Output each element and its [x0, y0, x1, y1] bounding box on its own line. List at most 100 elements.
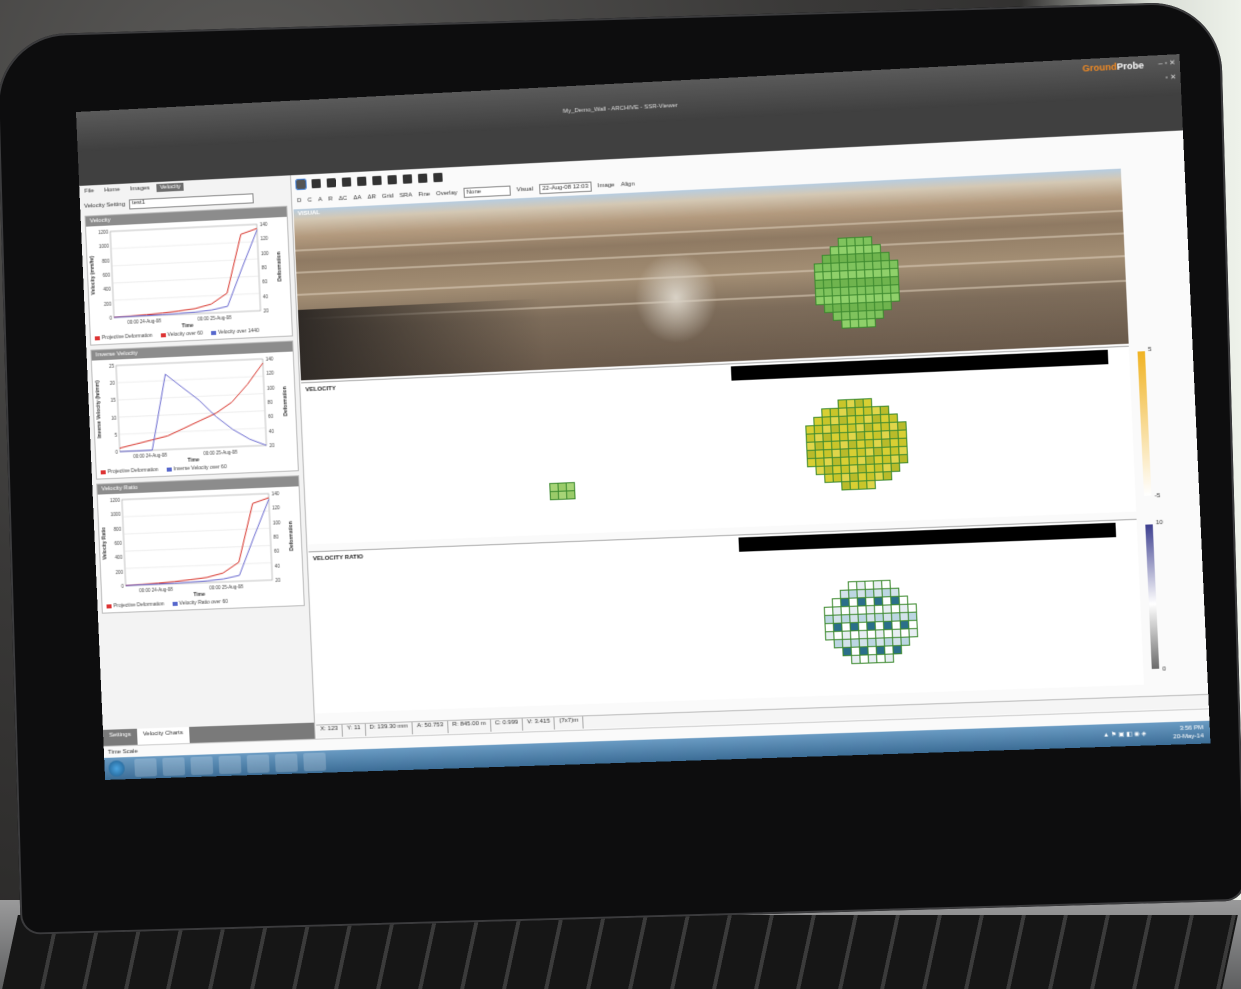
radar-cell — [877, 647, 885, 654]
btn-c[interactable]: C — [308, 197, 313, 203]
btn-r[interactable]: R — [328, 196, 333, 202]
radar-cell — [831, 425, 839, 432]
radar-cell — [826, 321, 834, 328]
y-tick-label: 600 — [103, 273, 111, 278]
pen-icon[interactable] — [357, 176, 367, 186]
zoom-icon[interactable] — [311, 178, 320, 188]
radar-cell — [867, 614, 875, 621]
overlay-select[interactable]: None — [463, 186, 510, 198]
radar-cell — [839, 255, 847, 262]
radar-cell — [881, 423, 889, 430]
table-icon[interactable] — [403, 174, 413, 184]
menu-home[interactable]: Home — [101, 186, 123, 195]
excel-icon[interactable] — [275, 753, 298, 772]
velocity-cell-cluster[interactable] — [805, 398, 908, 491]
export-icon[interactable] — [387, 175, 397, 185]
explorer-icon[interactable] — [162, 757, 185, 776]
select-icon[interactable] — [296, 179, 305, 189]
radar-cell — [894, 654, 902, 661]
btn-da[interactable]: ΔA — [353, 195, 361, 201]
radar-cell — [857, 270, 865, 277]
outlook-icon[interactable] — [190, 756, 213, 775]
radar-cell — [893, 630, 901, 637]
y2-tick-label: 100 — [261, 251, 269, 256]
radar-cell — [874, 270, 882, 277]
radar-cell — [850, 312, 858, 319]
radar-cell — [881, 261, 889, 269]
radar-cell — [874, 581, 882, 588]
radar-cell — [889, 414, 897, 421]
group-icon[interactable] — [418, 173, 428, 183]
radar-cell — [874, 589, 882, 596]
radar-cell — [892, 302, 900, 309]
radar-cell — [807, 443, 815, 450]
radar-cell — [848, 271, 856, 278]
radar-cell — [910, 637, 918, 644]
radar-cell — [816, 289, 824, 296]
radar-cell — [806, 426, 814, 433]
btn-a[interactable]: A — [318, 197, 322, 203]
skype-icon[interactable] — [247, 754, 270, 773]
radar-cell — [884, 472, 892, 479]
radar-cell — [875, 294, 883, 301]
velocity-ratio-cell-cluster[interactable] — [824, 580, 918, 664]
y2-tick-label: 120 — [272, 506, 280, 511]
sra-button[interactable]: SRA — [399, 192, 412, 199]
radar-cell — [833, 296, 841, 303]
radar-cell — [865, 432, 873, 439]
radar-cell — [851, 482, 859, 489]
vlc-icon[interactable] — [219, 755, 242, 774]
menu-velocity[interactable]: Velocity — [157, 183, 184, 192]
radar-cell — [897, 406, 905, 413]
velocity-panel-label: VELOCITY — [305, 386, 336, 393]
radar-cell — [841, 599, 849, 606]
y-tick-label: 25 — [109, 364, 115, 369]
fit-icon[interactable] — [327, 178, 337, 188]
btn-dr[interactable]: ΔR — [367, 194, 376, 200]
menu-images[interactable]: Images — [127, 184, 153, 193]
visual-date-select[interactable]: 22-Aug-08 12:03 — [539, 182, 591, 195]
clock[interactable]: 3:56 PM 20-May-14 — [1173, 724, 1204, 742]
window-controls[interactable]: – ▫ ✕ — [1158, 58, 1176, 67]
radar-cell — [840, 263, 848, 270]
system-tray-icons[interactable]: ▲ ⚑ ▣ ◧ ◉ ◈ — [1103, 730, 1147, 739]
radar-cell — [890, 431, 898, 438]
start-button-icon[interactable] — [108, 760, 125, 777]
radar-cell — [815, 426, 823, 433]
status-c: C: 0.999 — [491, 718, 524, 731]
image-button[interactable]: Image — [597, 182, 614, 189]
y-tick-label: 0 — [109, 316, 112, 321]
radar-cell — [849, 287, 857, 294]
tab-settings[interactable]: Settings — [103, 729, 137, 746]
menu-file[interactable]: File — [81, 187, 97, 196]
fine-button[interactable]: Fine — [418, 192, 430, 199]
radar-cell — [824, 450, 832, 457]
ie-icon[interactable] — [134, 758, 157, 777]
radar-cell — [843, 648, 851, 655]
radar-cell — [867, 311, 875, 318]
y-tick-label: 0 — [115, 450, 118, 455]
btn-dc[interactable]: ΔC — [339, 196, 348, 202]
visual-cell-cluster[interactable] — [814, 236, 900, 329]
radar-cell — [815, 272, 823, 279]
radar-cell — [866, 278, 874, 285]
radar-cell — [874, 286, 882, 293]
rectangle-icon[interactable] — [372, 175, 382, 185]
radar-cell — [892, 621, 900, 628]
align-button[interactable]: Align — [621, 181, 635, 188]
btn-d[interactable]: D — [297, 198, 302, 204]
cross-icon[interactable] — [342, 177, 352, 187]
x-axis-label: Time — [182, 323, 194, 330]
plot-area — [110, 224, 260, 317]
bar-chart-icon[interactable] — [433, 172, 443, 182]
velocity-colorbar-max: 5 — [1148, 347, 1152, 353]
radar-cell — [891, 589, 899, 596]
ssr-viewer-icon[interactable] — [303, 752, 326, 771]
radar-cell — [835, 656, 843, 663]
radar-cell — [830, 239, 838, 246]
tab-velocity-charts[interactable]: Velocity Charts — [137, 727, 190, 745]
grid-button[interactable]: Grid — [382, 193, 394, 200]
velocity-setting-select[interactable]: test1 — [129, 193, 254, 209]
velocity-small-cluster[interactable] — [550, 483, 574, 499]
radar-cell — [892, 464, 900, 471]
